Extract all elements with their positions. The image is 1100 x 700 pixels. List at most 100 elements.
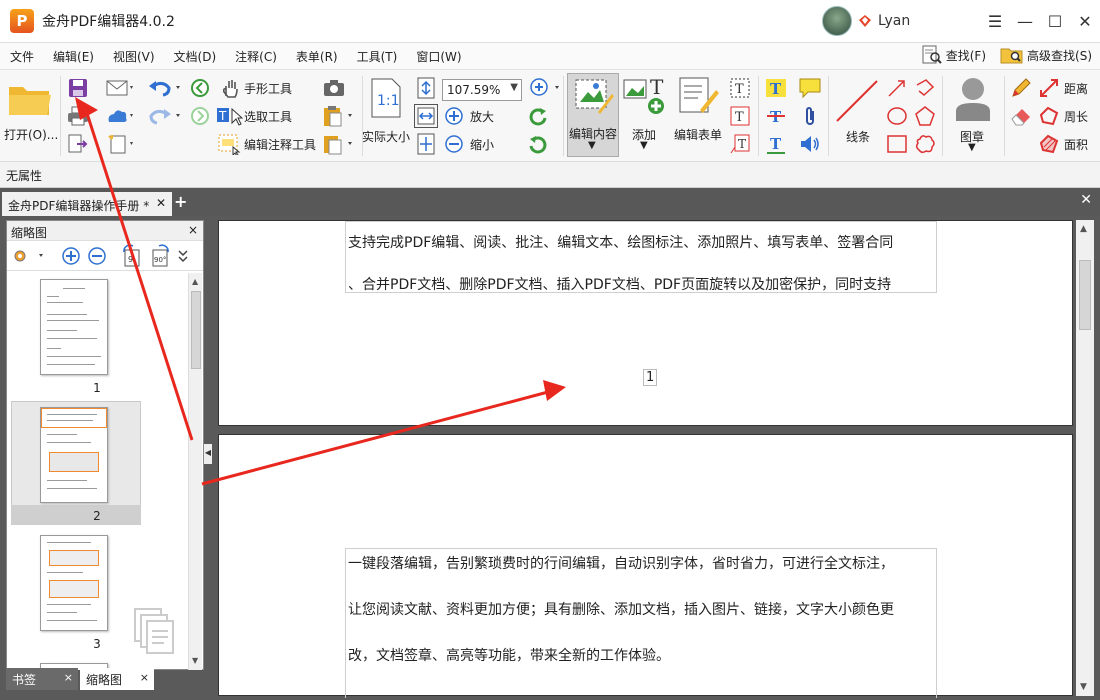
undo-icon[interactable] <box>146 76 184 100</box>
print-icon[interactable] <box>66 104 90 128</box>
maximize-button[interactable]: ☐ <box>1040 0 1070 42</box>
snapshot-icon[interactable] <box>320 76 348 100</box>
magnifier-icon[interactable] <box>526 76 566 100</box>
close-all-tabs-button[interactable]: ✕ <box>1080 192 1092 208</box>
arrow-tool-icon[interactable] <box>884 76 910 100</box>
select-text-icon[interactable]: T <box>214 104 244 128</box>
hand-tool-icon[interactable] <box>218 76 242 100</box>
document-scrollbar[interactable]: ▲ ▼ <box>1076 220 1094 696</box>
polyline-tool-icon[interactable] <box>912 76 938 100</box>
zoom-in-button[interactable]: 放大 <box>470 108 494 125</box>
pencil-icon[interactable] <box>1008 76 1034 100</box>
email-icon[interactable] <box>104 76 136 100</box>
back-icon[interactable] <box>188 76 212 100</box>
clipboard-icon[interactable] <box>320 104 356 128</box>
settings-gear-icon[interactable] <box>11 246 47 266</box>
distance-button[interactable]: 距离 <box>1064 80 1088 97</box>
menu-tools[interactable]: 工具(T) <box>347 48 407 65</box>
document-viewport[interactable]: 支持完成PDF编辑、阅读、批注、编辑文本、绘图标注、添加照片、填写表单、签署合同… <box>212 216 1100 700</box>
rectangle-tool-icon[interactable] <box>884 132 910 156</box>
line-tool-icon[interactable] <box>832 76 882 126</box>
minimize-button[interactable]: — <box>1010 0 1040 42</box>
strikethrough-icon[interactable]: T <box>764 104 788 128</box>
note-icon[interactable] <box>796 76 824 100</box>
rotate-right-icon[interactable]: 90° <box>149 244 171 268</box>
perimeter-icon[interactable] <box>1036 104 1062 128</box>
scrollbar-thumb[interactable] <box>191 291 201 369</box>
text-box-icon[interactable]: T <box>728 104 752 128</box>
zoom-out-thumbnail-icon[interactable] <box>87 246 107 266</box>
edit-form-icon[interactable] <box>676 76 722 116</box>
menu-file[interactable]: 文件 <box>0 48 43 65</box>
cloud-icon[interactable] <box>104 104 136 128</box>
highlight-text-icon[interactable]: T <box>764 76 788 100</box>
fit-width-icon[interactable] <box>414 104 438 128</box>
rotate-left-icon[interactable]: 9 <box>121 244 143 268</box>
thumbnail-page-2[interactable] <box>40 407 108 503</box>
eraser-icon[interactable] <box>1008 104 1034 128</box>
actual-size-icon[interactable]: 1:1 <box>366 76 406 120</box>
scroll-down-icon[interactable]: ▼ <box>192 656 198 665</box>
area-icon[interactable] <box>1036 132 1062 156</box>
distance-icon[interactable] <box>1036 76 1062 100</box>
edit-annotation-icon[interactable] <box>216 132 242 156</box>
open-button[interactable]: 打开(O)... <box>4 126 58 143</box>
select-tool-button[interactable]: 选取工具 <box>244 108 292 125</box>
zoom-in-thumbnail-icon[interactable] <box>61 246 81 266</box>
menu-annotation[interactable]: 注释(C) <box>225 48 286 65</box>
stamp-icon[interactable] <box>946 74 1000 124</box>
close-button[interactable]: ✕ <box>1070 0 1100 42</box>
menu-window[interactable]: 窗口(W) <box>406 48 470 65</box>
rotate-clockwise-icon[interactable] <box>526 104 550 128</box>
new-tab-button[interactable]: + <box>174 192 187 211</box>
forward-icon[interactable] <box>188 104 212 128</box>
scroll-up-icon[interactable]: ▲ <box>1080 224 1087 234</box>
document-page-2[interactable]: 一键段落编辑，告别繁琐费时的行间编辑，自动识别字体，省时省力，可进行全文标注， … <box>218 434 1073 698</box>
user-area[interactable]: Lyan <box>822 6 910 36</box>
rotate-counterclockwise-icon[interactable] <box>526 132 550 156</box>
redo-icon[interactable] <box>146 104 184 128</box>
close-icon[interactable]: × <box>140 671 149 684</box>
menu-form[interactable]: 表单(R) <box>286 48 347 65</box>
new-document-icon[interactable] <box>104 132 136 156</box>
perimeter-button[interactable]: 周长 <box>1064 108 1088 125</box>
avatar[interactable] <box>822 6 852 36</box>
user-name[interactable]: Lyan <box>878 13 910 29</box>
scrollbar-thumb[interactable] <box>1079 260 1091 330</box>
close-icon[interactable]: × <box>64 671 73 684</box>
zoom-out-icon[interactable] <box>442 132 466 156</box>
thumbnail-page-3[interactable] <box>40 535 108 631</box>
scroll-up-icon[interactable]: ▲ <box>192 277 198 286</box>
tab-thumbnails[interactable]: 缩略图 × <box>80 668 154 690</box>
hand-tool-button[interactable]: 手形工具 <box>244 80 292 97</box>
text-block[interactable]: 一键段落编辑，告别繁琐费时的行间编辑，自动识别字体，省时省力，可进行全文标注， … <box>345 548 937 698</box>
zoom-select[interactable]: 107.59% ▼ <box>442 79 522 101</box>
close-icon[interactable]: ✕ <box>156 196 166 210</box>
scroll-down-icon[interactable]: ▼ <box>1080 682 1087 692</box>
panel-collapse-handle[interactable]: ◀ <box>204 444 212 464</box>
panel-close-button[interactable]: × <box>188 223 198 237</box>
fit-page-icon[interactable] <box>414 76 438 100</box>
open-folder-icon[interactable] <box>6 78 54 120</box>
paste-icon[interactable] <box>320 132 356 156</box>
underline-icon[interactable]: T <box>764 132 788 156</box>
expand-more-icon[interactable] <box>177 247 189 265</box>
edit-content-button[interactable]: 编辑内容 ▼ <box>567 73 619 157</box>
add-object-icon[interactable]: T <box>622 76 668 116</box>
document-page-1[interactable]: 支持完成PDF编辑、阅读、批注、编辑文本、绘图标注、添加照片、填写表单、签署合同… <box>218 220 1073 426</box>
menu-document[interactable]: 文档(D) <box>164 48 226 65</box>
text-callout-icon[interactable]: T <box>728 132 752 156</box>
edit-annotation-tool-button[interactable]: 编辑注释工具 <box>244 136 316 153</box>
menu-view[interactable]: 视图(V) <box>103 48 164 65</box>
text-block[interactable]: 支持完成PDF编辑、阅读、批注、编辑文本、绘图标注、添加照片、填写表单、签署合同… <box>345 221 937 293</box>
text-field-icon[interactable]: T <box>728 76 752 100</box>
ellipse-tool-icon[interactable] <box>884 104 910 128</box>
lines-button[interactable]: 线条 <box>846 128 870 145</box>
thumbnail-page-1[interactable] <box>40 279 108 375</box>
actual-size-button[interactable]: 实际大小 <box>362 128 410 145</box>
area-button[interactable]: 面积 <box>1064 136 1088 153</box>
thumbnail-scrollbar[interactable]: ▲ ▼ <box>188 273 202 670</box>
zoom-out-button[interactable]: 缩小 <box>470 136 494 153</box>
advanced-find-button[interactable]: 高级查找(S) <box>1000 45 1092 65</box>
attachment-icon[interactable] <box>796 104 824 128</box>
